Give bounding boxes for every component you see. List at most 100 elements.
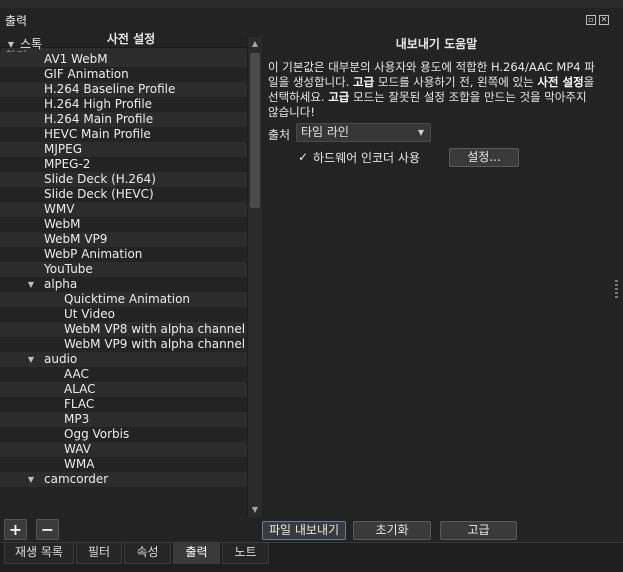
splitter-handle[interactable] — [615, 280, 618, 298]
tree-item-label: alpha — [44, 277, 78, 291]
tree-item-label: H.264 High Profile — [44, 97, 153, 111]
tree-group[interactable]: ▼ audio — [0, 352, 247, 367]
tree-item-label: Slide Deck (HEVC) — [44, 187, 154, 201]
from-select[interactable]: 타임 라인 ▼ — [296, 123, 431, 142]
help-text-emphasis: 사전 설정 — [537, 75, 584, 89]
tree-group[interactable]: ▼ alpha — [0, 277, 247, 292]
tree-item-label: ALAC — [64, 382, 96, 396]
hw-encoder-label: 하드웨어 인코더 사용 — [313, 151, 420, 165]
tree-item-label: H.264 Baseline Profile — [44, 82, 176, 96]
help-text-emphasis: 고급 — [328, 90, 350, 104]
tree-item[interactable]: FLAC — [0, 397, 247, 412]
chevron-down-icon: ▼ — [417, 128, 424, 137]
tree-item-label: HEVC Main Profile — [44, 127, 151, 141]
tree-item[interactable]: H.264 Main Profile — [0, 112, 247, 127]
tree-item[interactable]: Ogg Vorbis — [0, 427, 247, 442]
dock-title: 출력 — [5, 14, 28, 28]
help-text-emphasis: 고급 — [353, 75, 375, 89]
tree-item-label: Slide Deck (H.264) — [44, 172, 156, 186]
export-options-panel: 내보내기 도움말 이 기본값은 대부분의 사용자와 용도에 적합한 H.264/… — [264, 30, 609, 517]
tree-group[interactable]: ▼ camcorder — [0, 472, 247, 487]
help-text-segment: 모드를 사용하기 전, 왼쪽에 있는 — [374, 75, 538, 89]
help-title: 내보내기 도움말 — [395, 37, 478, 51]
tree-item-label: WMV — [44, 202, 75, 216]
tree-item-label: WebM VP9 — [44, 232, 108, 246]
tab-3[interactable]: 출력 — [173, 543, 220, 564]
tree-item-label: AV1 WebM — [44, 52, 108, 66]
tree-item[interactable]: Ut Video — [0, 307, 247, 322]
plus-icon: + — [8, 520, 23, 539]
advanced-button[interactable]: 고급 — [440, 521, 517, 540]
tree-item[interactable]: WMV — [0, 202, 247, 217]
tree-item-label: 스톡 — [20, 37, 43, 51]
tree-item-label: WebM VP9 with alpha channel — [64, 337, 246, 351]
tree-item[interactable]: HEVC Main Profile — [0, 127, 247, 142]
tree-item[interactable]: MPEG-2 — [0, 157, 247, 172]
tree-item[interactable]: WebP Animation — [0, 247, 247, 262]
tree-item[interactable]: AV1 WebM — [0, 52, 247, 67]
scroll-up-icon[interactable]: ▲ — [248, 37, 262, 51]
close-dock-icon[interactable]: ✕ — [599, 15, 609, 25]
tree-item[interactable]: MP3 — [0, 412, 247, 427]
tree-item[interactable]: WebM VP8 with alpha channel — [0, 322, 247, 337]
tree-item-label: Ut Video — [64, 307, 115, 321]
tree-item-label: H.264 Main Profile — [44, 112, 154, 126]
tree-item-label: WMA — [64, 457, 95, 471]
tree-item[interactable]: AAC — [0, 367, 247, 382]
tree-item-label: camcorder — [44, 472, 109, 486]
tree-item-label: MPEG-2 — [44, 157, 91, 171]
tree-item[interactable]: Slide Deck (HEVC) — [0, 187, 247, 202]
tree-item-label: WebM — [44, 217, 81, 231]
tree-item-label: YouTube — [44, 262, 93, 276]
tree-item-label: WebP Animation — [44, 247, 143, 261]
tree-item-label: MJPEG — [44, 142, 83, 156]
tree-item[interactable]: H.264 High Profile — [0, 97, 247, 112]
tree-item-label: Ogg Vorbis — [64, 427, 130, 441]
presets-tree[interactable]: ▼ 스톡 AV1 WebM GIF Animation H.264 Baseline P… — [0, 37, 247, 517]
tree-item[interactable]: Slide Deck (H.264) — [0, 172, 247, 187]
expand-arrow-icon[interactable]: ▼ — [26, 352, 36, 367]
scroll-down-icon[interactable]: ▼ — [248, 503, 262, 517]
tree-item-label: MP3 — [64, 412, 90, 426]
tree-item-label: Quicktime Animation — [64, 292, 191, 306]
help-text: 이 기본값은 대부분의 사용자와 용도에 적합한 H.264/AAC MP4 파… — [268, 60, 598, 120]
from-label: 출처 — [268, 128, 291, 142]
tree-item[interactable]: WAV — [0, 442, 247, 457]
add-preset-button[interactable]: + — [4, 519, 27, 540]
settings-button[interactable]: 설정... — [449, 148, 519, 167]
tree-item[interactable]: WMA — [0, 457, 247, 472]
tree-item[interactable]: WebM VP9 — [0, 232, 247, 247]
tree-item[interactable]: H.264 Baseline Profile — [0, 82, 247, 97]
tree-item[interactable]: WebM VP9 with alpha channel — [0, 337, 247, 352]
remove-preset-button[interactable]: − — [36, 519, 59, 540]
hw-encoder-checkbox[interactable]: ✓ — [296, 150, 310, 164]
tree-item[interactable]: YouTube — [0, 262, 247, 277]
tree-item[interactable]: ALAC — [0, 382, 247, 397]
tree-item-label: AAC — [64, 367, 89, 381]
tree-item-label: WAV — [64, 442, 91, 456]
tab-1[interactable]: 필터 — [76, 543, 122, 564]
presets-scrollbar[interactable]: ▲ ▼ — [247, 37, 262, 517]
tree-group[interactable]: ▼ 스톡 — [0, 37, 247, 52]
tab-4[interactable]: 노트 — [222, 543, 269, 564]
tree-item-label: WebM VP8 with alpha channel — [64, 322, 246, 336]
tree-item-label: audio — [44, 352, 78, 366]
reset-button[interactable]: 초기화 — [353, 521, 431, 540]
expand-arrow-icon[interactable]: ▼ — [26, 277, 36, 292]
tree-item[interactable]: MJPEG — [0, 142, 247, 157]
float-dock-icon[interactable]: ▫ — [586, 15, 596, 25]
tree-item[interactable]: Quicktime Animation — [0, 292, 247, 307]
tab-0[interactable]: 재생 목록 — [4, 543, 74, 564]
export-file-button[interactable]: 파일 내보내기 — [262, 521, 346, 540]
from-select-value: 타임 라인 — [301, 125, 349, 139]
scrollbar-thumb[interactable] — [250, 53, 260, 208]
expand-arrow-icon[interactable]: ▼ — [6, 37, 16, 52]
expand-arrow-icon[interactable]: ▼ — [26, 472, 36, 487]
action-bar: + − 파일 내보내기 초기화 고급 — [0, 517, 623, 542]
tree-item[interactable]: WebM — [0, 217, 247, 232]
tree-item-label: GIF Animation — [44, 67, 129, 81]
tree-item[interactable]: GIF Animation — [0, 67, 247, 82]
tree-item-label: FLAC — [64, 397, 95, 411]
tab-2[interactable]: 속성 — [124, 543, 171, 564]
menu-bar — [0, 0, 623, 8]
